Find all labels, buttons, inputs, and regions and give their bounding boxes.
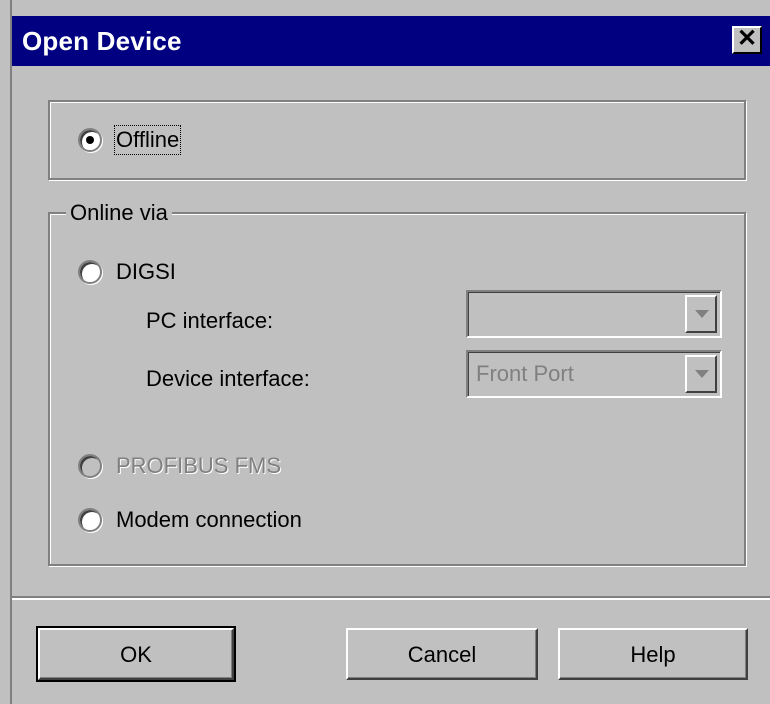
modem-connection-label[interactable]: Modem connection bbox=[116, 507, 302, 533]
radio-selected-dot bbox=[86, 136, 94, 144]
digsi-label[interactable]: DIGSI bbox=[116, 259, 176, 285]
profibus-fms-radio[interactable] bbox=[78, 454, 102, 478]
title-bar[interactable]: Open Device ✕ bbox=[12, 16, 770, 66]
ok-button[interactable]: OK bbox=[36, 626, 236, 682]
chevron-down-icon bbox=[695, 310, 709, 318]
offline-label[interactable]: Offline bbox=[113, 125, 182, 155]
close-icon: ✕ bbox=[736, 25, 758, 52]
online-via-legend: Online via bbox=[66, 200, 172, 226]
open-device-dialog: Open Device ✕ Offline Online via DIGSI P… bbox=[12, 0, 770, 704]
pc-interface-dropdown-button[interactable] bbox=[685, 295, 717, 333]
device-interface-value: Front Port bbox=[476, 361, 574, 386]
device-interface-dropdown[interactable]: Front Port bbox=[466, 350, 722, 398]
modem-connection-radio[interactable] bbox=[78, 508, 102, 532]
profibus-fms-label: PROFIBUS FMS bbox=[116, 453, 282, 478]
pc-interface-dropdown[interactable] bbox=[466, 290, 722, 338]
background-window-edge bbox=[0, 0, 12, 704]
offline-radio[interactable] bbox=[78, 128, 102, 152]
device-interface-dropdown-button[interactable] bbox=[685, 355, 717, 393]
digsi-radio[interactable] bbox=[78, 260, 102, 284]
chevron-down-icon bbox=[695, 370, 709, 378]
button-separator bbox=[12, 596, 770, 600]
device-interface-label: Device interface: bbox=[146, 366, 310, 391]
cancel-button[interactable]: Cancel bbox=[346, 628, 538, 680]
pc-interface-label: PC interface: bbox=[146, 308, 274, 333]
close-button[interactable]: ✕ bbox=[732, 26, 762, 54]
dialog-title: Open Device bbox=[22, 26, 182, 56]
help-button[interactable]: Help bbox=[558, 628, 748, 680]
